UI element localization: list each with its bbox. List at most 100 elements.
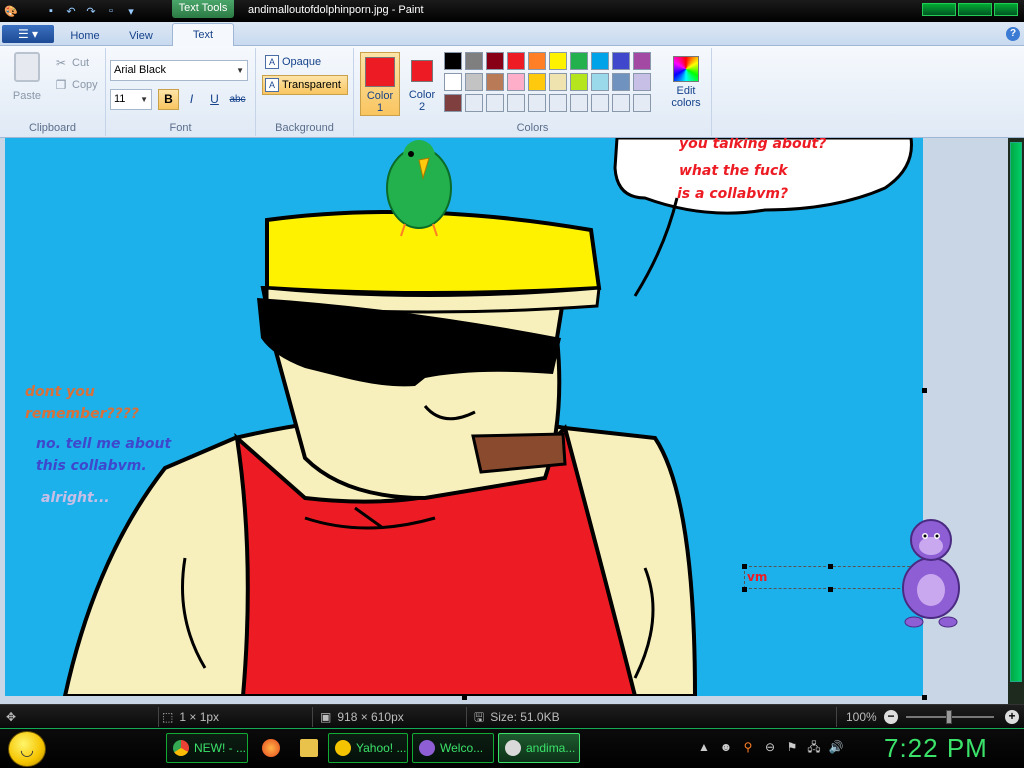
transparent-icon: A bbox=[265, 78, 279, 92]
cut-button[interactable]: ✂ Cut bbox=[54, 54, 89, 72]
help-icon[interactable]: ? bbox=[1006, 27, 1020, 41]
task-yahoo[interactable]: Yahoo! ... bbox=[328, 733, 408, 763]
new-file-icon[interactable]: ▫ bbox=[103, 3, 119, 19]
text-box-value[interactable]: vm bbox=[747, 570, 767, 584]
task-chrome[interactable]: NEW! - ... bbox=[166, 733, 248, 763]
start-button[interactable]: ◡ bbox=[8, 731, 46, 767]
copy-button[interactable]: ❐ Copy bbox=[54, 76, 98, 94]
canvas-resize-handle-right[interactable] bbox=[922, 388, 927, 393]
taskbar: ◡ NEW! - ... Yahoo! ... Welco... andima.… bbox=[0, 728, 1024, 768]
search-icon[interactable]: ⚲ bbox=[740, 739, 756, 755]
palette-swatch[interactable] bbox=[507, 73, 525, 91]
palette-swatch[interactable] bbox=[444, 73, 462, 91]
opaque-button[interactable]: A Opaque bbox=[262, 52, 348, 72]
palette-swatch[interactable] bbox=[612, 73, 630, 91]
network-icon[interactable]: 🖧 bbox=[806, 739, 822, 755]
palette-swatch[interactable] bbox=[465, 73, 483, 91]
palette-swatch[interactable] bbox=[549, 52, 567, 70]
action-center-icon[interactable]: ⚑ bbox=[784, 739, 800, 755]
status-bar: ✥ ⬚ 1 × 1px ▣ 918 × 610px 🖫 Size: 51.0KB… bbox=[0, 704, 1024, 728]
close-button[interactable] bbox=[994, 3, 1018, 16]
canvas-area[interactable]: you talking about? what the fuck is a co… bbox=[0, 138, 1024, 704]
tray-bonzi-icon[interactable]: ☻ bbox=[718, 739, 734, 755]
zoom-in-button[interactable]: + bbox=[1005, 710, 1019, 724]
palette-swatch[interactable] bbox=[549, 94, 567, 112]
bonzi-buddy-icon[interactable] bbox=[888, 510, 974, 630]
palette-swatch[interactable] bbox=[591, 52, 609, 70]
paint-app-icon[interactable]: 🎨 bbox=[3, 3, 19, 19]
palette-swatch[interactable] bbox=[528, 94, 546, 112]
font-size-select[interactable]: 11 ▼ bbox=[110, 89, 152, 110]
copy-icon: ❐ bbox=[55, 78, 67, 92]
resize-handle[interactable] bbox=[828, 587, 833, 592]
palette-swatch[interactable] bbox=[633, 73, 651, 91]
color1-button[interactable]: Color 1 bbox=[360, 52, 400, 116]
palette-swatch[interactable] bbox=[465, 94, 483, 112]
vertical-scrollbar[interactable] bbox=[1008, 138, 1024, 704]
canvas-resize-handle-bottom[interactable] bbox=[462, 695, 467, 700]
paint-menu-button[interactable]: ☰ ▾ bbox=[2, 25, 54, 43]
left-text-line4: this collabvm. bbox=[36, 458, 147, 474]
clock[interactable]: 7:22 PM bbox=[884, 733, 988, 764]
volume-icon[interactable]: 🔊 bbox=[828, 739, 844, 755]
tab-view[interactable]: View bbox=[116, 26, 166, 46]
italic-button[interactable]: I bbox=[181, 89, 202, 110]
palette-swatch[interactable] bbox=[570, 73, 588, 91]
palette-swatch[interactable] bbox=[612, 94, 630, 112]
palette-swatch[interactable] bbox=[444, 94, 462, 112]
zoom-slider-thumb[interactable] bbox=[946, 710, 952, 724]
palette-swatch[interactable] bbox=[570, 94, 588, 112]
palette-swatch[interactable] bbox=[570, 52, 588, 70]
folder-icon[interactable] bbox=[300, 739, 318, 757]
palette-swatch[interactable] bbox=[528, 52, 546, 70]
strikethrough-button[interactable]: abc bbox=[227, 89, 248, 110]
background-group: A Opaque A Transparent Background bbox=[256, 48, 354, 136]
underline-button[interactable]: U bbox=[204, 89, 225, 110]
font-family-select[interactable]: Arial Black ▼ bbox=[110, 60, 248, 81]
firefox-icon[interactable] bbox=[262, 739, 280, 757]
opaque-label: Opaque bbox=[282, 56, 322, 68]
palette-swatch[interactable] bbox=[549, 73, 567, 91]
zoom-out-button[interactable]: − bbox=[884, 710, 898, 724]
maximize-button[interactable] bbox=[958, 3, 992, 16]
paste-button[interactable]: Paste bbox=[6, 52, 48, 108]
palette-swatch[interactable] bbox=[591, 94, 609, 112]
palette-swatch[interactable] bbox=[633, 52, 651, 70]
tab-text[interactable]: Text bbox=[172, 23, 234, 47]
palette-swatch[interactable] bbox=[507, 52, 525, 70]
minimize-button[interactable] bbox=[922, 3, 956, 16]
tray-app-icon[interactable]: ▲ bbox=[696, 739, 712, 755]
redo-icon[interactable]: ↷ bbox=[83, 3, 99, 19]
color2-swatch bbox=[411, 60, 433, 82]
palette-swatch[interactable] bbox=[465, 52, 483, 70]
resize-handle[interactable] bbox=[742, 587, 747, 592]
task-paint[interactable]: andima... bbox=[498, 733, 580, 763]
bold-button[interactable]: B bbox=[158, 89, 179, 110]
scrollbar-thumb[interactable] bbox=[1010, 142, 1022, 682]
tab-home[interactable]: Home bbox=[60, 26, 110, 46]
save-icon[interactable]: ▪ bbox=[43, 3, 59, 19]
transparent-button[interactable]: A Transparent bbox=[262, 75, 348, 95]
palette-swatch[interactable] bbox=[591, 73, 609, 91]
canvas-resize-handle-corner[interactable] bbox=[922, 695, 927, 700]
palette-swatch[interactable] bbox=[486, 94, 504, 112]
undo-icon[interactable]: ↶ bbox=[63, 3, 79, 19]
customize-qat-icon[interactable]: ▾ bbox=[123, 3, 139, 19]
selection-size: ▣ 918 × 610px bbox=[320, 709, 404, 725]
resize-handle[interactable] bbox=[742, 564, 747, 569]
minus-icon[interactable]: ⊖ bbox=[762, 739, 778, 755]
task-welcome[interactable]: Welco... bbox=[412, 733, 494, 763]
colors-group: Color 1 Color 2 Edit colors Colors bbox=[354, 48, 712, 136]
palette-swatch[interactable] bbox=[507, 94, 525, 112]
palette-swatch[interactable] bbox=[444, 52, 462, 70]
palette-swatch[interactable] bbox=[633, 94, 651, 112]
drawing-canvas[interactable]: you talking about? what the fuck is a co… bbox=[5, 138, 923, 696]
palette-swatch[interactable] bbox=[528, 73, 546, 91]
color2-button[interactable]: Color 2 bbox=[404, 52, 440, 116]
edit-colors-button[interactable]: Edit colors bbox=[666, 52, 706, 116]
palette-swatch[interactable] bbox=[486, 52, 504, 70]
file-size: 🖫 Size: 51.0KB bbox=[474, 709, 560, 725]
resize-handle[interactable] bbox=[828, 564, 833, 569]
palette-swatch[interactable] bbox=[486, 73, 504, 91]
palette-swatch[interactable] bbox=[612, 52, 630, 70]
